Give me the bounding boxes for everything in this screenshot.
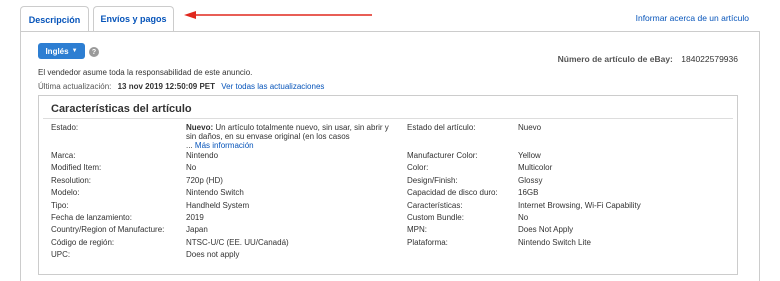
spec-label: Fecha de lanzamiento: (51, 213, 132, 222)
spec-label: Código de región: (51, 237, 115, 247)
last-update: Última actualización: 13 nov 2019 12:50:… (38, 82, 324, 91)
spec-value: Nintendo Switch Lite (518, 237, 591, 247)
view-all-updates-link[interactable]: Ver todas las actualizaciones (221, 82, 324, 91)
spec-label: Plataforma: (407, 237, 448, 247)
condition-text: Un artículo totalmente nuevo, sin usar, … (186, 123, 389, 141)
spec-value: Japan (186, 225, 208, 235)
spec-value: Nintendo Switch (186, 188, 244, 198)
report-item-link[interactable]: Informar acerca de un artículo (636, 13, 749, 23)
specs-divider (43, 118, 733, 119)
spec-label: MPN: (407, 225, 427, 235)
language-label: Inglés (45, 46, 69, 56)
item-number-label: Número de artículo de eBay: (557, 54, 673, 64)
condition-value: Nuevo: Un artículo totalmente nuevo, sin… (186, 123, 391, 150)
item-state-label: Estado del artículo: (407, 123, 476, 132)
tab-shipping-payments[interactable]: Envíos y pagos (93, 6, 174, 31)
spec-value: 2019 (186, 213, 204, 222)
item-specifics: Características del artículo Estado: Nue… (38, 95, 738, 275)
language-dropdown-button[interactable]: Inglés ▼ (38, 43, 85, 59)
spec-label: UPC: (51, 250, 71, 260)
last-update-label: Última actualización: (38, 82, 112, 91)
spec-value: NTSC-U/C (EE. UU/Canadá) (186, 237, 289, 247)
caret-down-icon: ▼ (71, 48, 78, 54)
spec-value: Handheld System (186, 200, 250, 210)
condition-label: Estado: (51, 123, 79, 132)
spec-value: Multicolor (518, 163, 553, 173)
spec-label: Capacidad de disco duro: (407, 188, 498, 198)
spec-label: Modified Item: (51, 163, 102, 173)
spec-label: Marca: (51, 151, 76, 160)
spec-value: Glossy (518, 175, 543, 185)
spec-value: Nintendo (186, 151, 219, 160)
item-number: Número de artículo de eBay: 184022579936 (558, 54, 738, 64)
spec-value: Does Not Apply (518, 225, 574, 235)
tab-description[interactable]: Descripción (20, 6, 89, 32)
spec-value: 16GB (518, 188, 539, 198)
spec-value: No (518, 213, 529, 222)
spec-value: Yellow (518, 151, 541, 160)
spec-value: Internet Browsing, Wi-Fi Capability (518, 200, 641, 210)
seller-responsibility-note: El vendedor asume toda la responsabilida… (38, 68, 253, 77)
help-icon[interactable]: ? (89, 47, 99, 57)
spec-value: No (186, 163, 197, 173)
annotation-arrow (184, 11, 372, 19)
condition-bold: Nuevo: (186, 123, 214, 132)
spec-label: Custom Bundle: (407, 213, 464, 222)
last-update-date: 13 nov 2019 12:50:09 PET (117, 82, 215, 91)
more-info-link[interactable]: Más información (195, 141, 254, 150)
spec-label: Resolution: (51, 175, 92, 185)
spec-label: Color: (407, 163, 429, 173)
spec-label: Manufacturer Color: (407, 151, 478, 160)
item-state-value: Nuevo (518, 123, 542, 132)
spec-value: Does not apply (186, 250, 240, 260)
spec-label: Country/Region of Manufacture: (51, 225, 165, 235)
spec-label: Modelo: (51, 188, 80, 198)
item-number-value: 184022579936 (681, 54, 738, 64)
spec-label: Tipo: (51, 200, 69, 210)
spec-label: Design/Finish: (407, 175, 458, 185)
specs-title: Características del artículo (51, 103, 192, 115)
spec-value: 720p (HD) (186, 175, 223, 185)
spec-label: Características: (407, 200, 463, 210)
condition-ellipsis: ... (186, 141, 193, 150)
